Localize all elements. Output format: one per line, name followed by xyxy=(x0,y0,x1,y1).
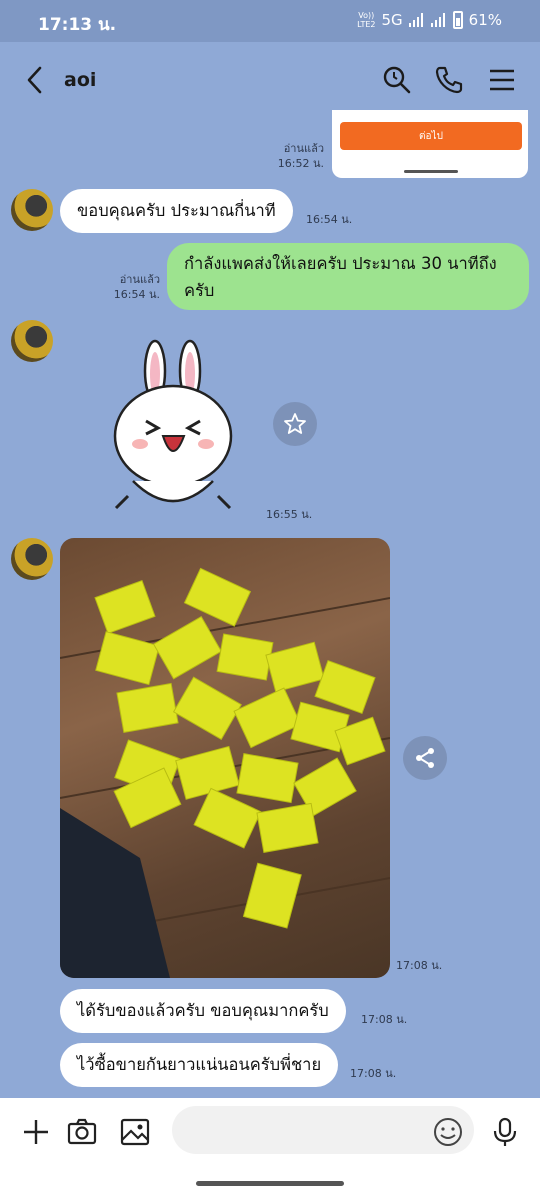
mic-icon[interactable] xyxy=(489,1116,521,1148)
message-input[interactable] xyxy=(172,1106,474,1154)
photo-content xyxy=(60,567,390,978)
photo-message[interactable] xyxy=(60,538,390,978)
battery-icon xyxy=(452,11,463,29)
message-time: 17:08 น. xyxy=(361,1013,408,1026)
message-bubble-incoming[interactable]: ได้รับของแล้วครับ ขอบคุณมากครับ xyxy=(60,989,346,1033)
share-icon xyxy=(416,748,434,768)
message-time: 16:55 น. xyxy=(266,508,313,521)
home-indicator[interactable] xyxy=(196,1181,344,1186)
menu-icon[interactable] xyxy=(486,64,518,96)
camera-icon[interactable] xyxy=(66,1116,98,1148)
message-time: 17:08 น. xyxy=(350,1067,397,1080)
message-bubble-incoming[interactable]: ขอบคุณครับ ประมาณกี่นาที xyxy=(60,189,293,233)
message-bubble-incoming[interactable]: ไว้ซื้อขายกันยาวแน่นอนครับพี่ชาย xyxy=(60,1043,339,1087)
bunny-sticker[interactable] xyxy=(108,336,238,516)
signal-icon-2 xyxy=(430,13,445,27)
message-text: ได้รับของแล้วครับ ขอบคุณมากครับ xyxy=(77,1001,329,1020)
avatar[interactable] xyxy=(11,189,53,231)
message-bubble-outgoing[interactable]: กำลังแพคส่งให้เลยครับ ประมาณ 30 นาทีถึง … xyxy=(167,243,529,310)
chat-title: aoi xyxy=(64,69,97,91)
status-bar: 17:13 น. Vo)) LTE2 5G 61% xyxy=(0,0,540,42)
star-icon xyxy=(284,413,306,434)
status-indicators: Vo)) LTE2 5G 61% xyxy=(357,11,502,29)
search-icon[interactable] xyxy=(381,64,413,96)
message-time: 16:54 น. xyxy=(306,213,353,226)
network-type: 5G xyxy=(381,11,403,29)
phone-icon[interactable] xyxy=(433,64,465,96)
emoji-icon[interactable] xyxy=(432,1116,464,1148)
avatar[interactable] xyxy=(11,320,53,362)
message-text-line2: ครับ xyxy=(184,280,215,300)
popup-handle xyxy=(404,170,458,173)
image-icon[interactable] xyxy=(119,1116,151,1148)
message-time: 17:08 น. xyxy=(396,959,443,972)
status-time: 17:13 น. xyxy=(38,15,117,35)
message-text: ขอบคุณครับ ประมาณกี่นาที xyxy=(77,201,276,220)
continue-button[interactable]: ต่อไป xyxy=(340,122,522,150)
chat-header: aoi xyxy=(0,42,540,118)
read-receipt: อ่านแล้ว 16:52 น. xyxy=(277,142,324,170)
back-icon[interactable] xyxy=(22,64,50,96)
favorite-sticker-button[interactable] xyxy=(273,402,317,446)
avatar[interactable] xyxy=(11,538,53,580)
read-receipt: อ่านแล้ว 16:54 น. xyxy=(113,273,160,301)
signal-icon xyxy=(408,13,423,27)
battery-level: 61% xyxy=(468,11,502,29)
plus-icon[interactable] xyxy=(20,1116,52,1148)
message-text: ไว้ซื้อขายกันยาวแน่นอนครับพี่ชาย xyxy=(77,1055,322,1074)
message-text-line1: กำลังแพคส่งให้เลยครับ ประมาณ 30 นาทีถึง xyxy=(184,253,497,273)
popup-card: ต่อไป xyxy=(332,110,528,178)
share-button[interactable] xyxy=(403,736,447,780)
volte-indicator: Vo)) LTE2 xyxy=(357,11,376,29)
